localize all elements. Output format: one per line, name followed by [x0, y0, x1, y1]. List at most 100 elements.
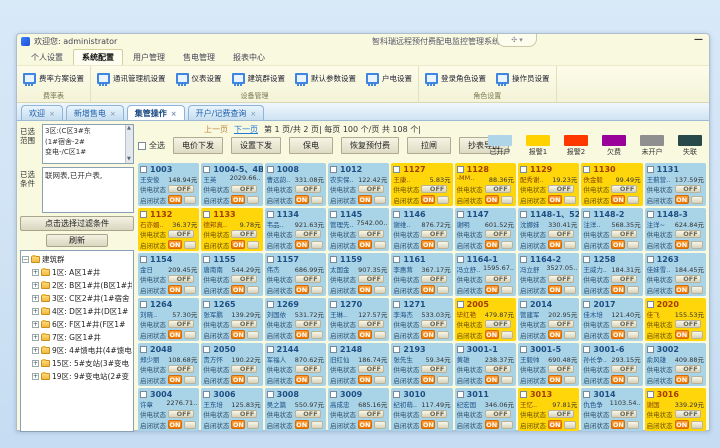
scroll-up-icon[interactable]: ▲: [127, 125, 131, 133]
switch-on-toggle[interactable]: ON: [295, 285, 309, 294]
select-all-checkbox[interactable]: [138, 142, 146, 150]
switch-on-toggle[interactable]: ON: [358, 195, 372, 204]
switch-on-toggle[interactable]: ON: [168, 420, 182, 429]
meter-card[interactable]: 3010纪初萌..117.49元供电状态OFF启闭状态ON: [391, 388, 452, 431]
supply-off-toggle[interactable]: OFF: [548, 185, 574, 193]
menu-item-系统配置[interactable]: 系统配置: [73, 49, 123, 65]
meter-card[interactable]: 1128-MM..88.36元供电状态OFF启闭状态ON: [455, 163, 516, 206]
meter-card[interactable]: 1157伟杰686.99元供电状态OFF启闭状态ON: [265, 253, 326, 296]
supply-off-toggle[interactable]: OFF: [358, 230, 384, 238]
switch-on-toggle[interactable]: ON: [485, 240, 499, 249]
card-checkbox[interactable]: [393, 301, 400, 308]
supply-off-toggle[interactable]: OFF: [675, 185, 701, 193]
supply-off-toggle[interactable]: OFF: [611, 275, 637, 283]
meter-card[interactable]: 3014仇色争1103.54..供电状态OFF启闭状态ON: [581, 388, 642, 431]
switch-on-toggle[interactable]: ON: [358, 375, 372, 384]
card-checkbox[interactable]: [520, 391, 527, 398]
switch-on-toggle[interactable]: ON: [421, 375, 435, 384]
expand-icon[interactable]: +: [32, 373, 39, 380]
switch-on-toggle[interactable]: ON: [611, 420, 625, 429]
meter-card[interactable]: 1129配秀谢..19.23元供电状态OFF启闭状态ON: [518, 163, 579, 206]
supply-off-toggle[interactable]: OFF: [295, 230, 321, 238]
ribbon-button-通讯管理机设置[interactable]: 通讯管理机设置: [95, 72, 168, 85]
switch-on-toggle[interactable]: ON: [231, 420, 245, 429]
switch-on-toggle[interactable]: ON: [675, 285, 689, 294]
card-checkbox[interactable]: [267, 256, 274, 263]
switch-on-toggle[interactable]: ON: [295, 420, 309, 429]
tree-item[interactable]: +9区: 4#馈电井(4#馈电: [22, 344, 132, 357]
meter-card[interactable]: 2048郑少丽108.68元供电状态OFF启闭状态ON: [138, 343, 199, 386]
meter-card[interactable]: 2020佳飞155.53元供电状态OFF启闭状态ON: [645, 298, 706, 341]
meter-card[interactable]: 3008吴之篇550.97元供电状态OFF启闭状态ON: [265, 388, 326, 431]
supply-off-toggle[interactable]: OFF: [421, 230, 447, 238]
supply-off-toggle[interactable]: OFF: [485, 320, 511, 328]
supply-off-toggle[interactable]: OFF: [168, 185, 194, 193]
meter-card[interactable]: 3002俞风雄409.88元供电状态OFF启闭状态ON: [645, 343, 706, 386]
close-tab-icon[interactable]: ×: [49, 110, 55, 118]
ribbon-button-户电设置[interactable]: 户电设置: [364, 72, 414, 85]
supply-off-toggle[interactable]: OFF: [231, 275, 257, 283]
toolbar-button-设置下发[interactable]: 设置下发: [231, 137, 281, 154]
meter-card[interactable]: 2193张先生59.34元供电状态OFF启闭状态ON: [391, 343, 452, 386]
card-checkbox[interactable]: [393, 346, 400, 353]
ribbon-button-费率方案设置[interactable]: 费率方案设置: [21, 72, 86, 85]
switch-on-toggle[interactable]: ON: [675, 375, 689, 384]
card-checkbox[interactable]: [393, 391, 400, 398]
card-checkbox[interactable]: [457, 211, 464, 218]
supply-off-toggle[interactable]: OFF: [548, 410, 574, 418]
meter-card[interactable]: 1132石亦媚..36.37元供电状态OFF启闭状态ON: [138, 208, 199, 251]
switch-on-toggle[interactable]: ON: [295, 330, 309, 339]
switch-on-toggle[interactable]: ON: [548, 285, 562, 294]
tree-item[interactable]: +15区: 5#支站(3#变电: [22, 357, 132, 370]
switch-on-toggle[interactable]: ON: [358, 240, 372, 249]
card-checkbox[interactable]: [520, 256, 527, 263]
card-checkbox[interactable]: [647, 301, 654, 308]
expand-icon[interactable]: +: [32, 269, 39, 276]
supply-off-toggle[interactable]: OFF: [168, 410, 194, 418]
card-checkbox[interactable]: [140, 346, 147, 353]
card-checkbox[interactable]: [583, 301, 590, 308]
switch-on-toggle[interactable]: ON: [231, 195, 245, 204]
expand-icon[interactable]: +: [32, 282, 39, 289]
toolbar-button-恢复预付费[interactable]: 恢复预付费: [341, 137, 399, 154]
meter-card[interactable]: 3001-5王毅帅690.48元供电状态OFF启闭状态ON: [518, 343, 579, 386]
card-checkbox[interactable]: [267, 391, 274, 398]
supply-off-toggle[interactable]: OFF: [485, 230, 511, 238]
supply-off-toggle[interactable]: OFF: [295, 320, 321, 328]
card-checkbox[interactable]: [520, 166, 527, 173]
supply-off-toggle[interactable]: OFF: [168, 230, 194, 238]
expand-icon[interactable]: +: [32, 308, 39, 315]
tree-item[interactable]: +3区: C区2#井(1#宿舍: [22, 292, 132, 305]
supply-off-toggle[interactable]: OFF: [548, 275, 574, 283]
supply-off-toggle[interactable]: OFF: [358, 320, 384, 328]
ribbon-button-建筑群设置[interactable]: 建筑群设置: [230, 72, 288, 85]
minimize-button[interactable]: —: [694, 35, 703, 45]
tree-root[interactable]: −建筑群: [22, 253, 132, 266]
selected-range-listbox[interactable]: ▲▼ 3区:(C区3#东(1#宿舍-2#变电-/C区1#: [42, 124, 134, 164]
card-checkbox[interactable]: [393, 211, 400, 218]
switch-on-toggle[interactable]: ON: [675, 330, 689, 339]
supply-off-toggle[interactable]: OFF: [358, 410, 384, 418]
tab-集管操作[interactable]: 集管操作×: [127, 105, 185, 120]
switch-on-toggle[interactable]: ON: [485, 330, 499, 339]
card-checkbox[interactable]: [583, 346, 590, 353]
card-checkbox[interactable]: [520, 211, 527, 218]
switch-on-toggle[interactable]: ON: [421, 420, 435, 429]
supply-off-toggle[interactable]: OFF: [548, 320, 574, 328]
switch-on-toggle[interactable]: ON: [231, 330, 245, 339]
supply-off-toggle[interactable]: OFF: [675, 230, 701, 238]
card-checkbox[interactable]: [330, 166, 337, 173]
switch-on-toggle[interactable]: ON: [548, 240, 562, 249]
ribbon-button-默认参数设置[interactable]: 默认参数设置: [293, 72, 358, 85]
meter-card[interactable]: 1004-5、4B一王英2029.66..供电状态OFF启闭状态ON: [201, 163, 262, 206]
card-checkbox[interactable]: [330, 391, 337, 398]
toolbar-button-保电[interactable]: 保电: [289, 137, 333, 154]
meter-card[interactable]: 1148-1、522沈娜妹330.41元供电状态OFF启闭状态ON: [518, 208, 579, 251]
switch-on-toggle[interactable]: ON: [611, 285, 625, 294]
meter-card[interactable]: 1264刘晓..57.30元供电状态OFF启闭状态ON: [138, 298, 199, 341]
ribbon-button-登录角色设置[interactable]: 登录角色设置: [423, 72, 488, 85]
card-checkbox[interactable]: [203, 391, 210, 398]
meter-card[interactable]: 2005毕红艳479.87元供电状态OFF启闭状态ON: [455, 298, 516, 341]
supply-off-toggle[interactable]: OFF: [358, 275, 384, 283]
tab-新增售电[interactable]: 新增售电×: [66, 105, 124, 120]
